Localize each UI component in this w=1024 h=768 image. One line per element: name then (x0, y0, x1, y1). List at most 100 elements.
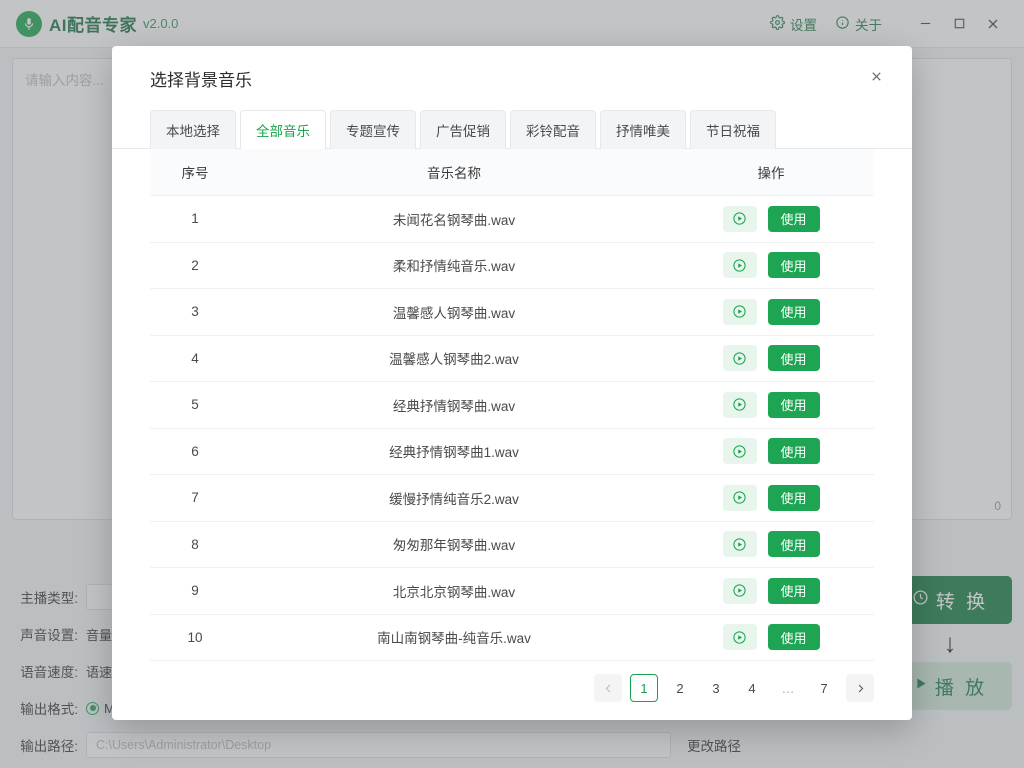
table-head: 序号 音乐名称 操作 (150, 149, 874, 196)
action-group: 使用 (668, 299, 874, 325)
cell-actions: 使用 (668, 475, 874, 522)
page-button-3[interactable]: 3 (702, 674, 730, 702)
use-button[interactable]: 使用 (768, 252, 820, 278)
play-circle-icon[interactable] (723, 485, 757, 511)
use-button[interactable]: 使用 (768, 345, 820, 371)
use-button[interactable]: 使用 (768, 624, 820, 650)
play-circle-icon[interactable] (723, 299, 757, 325)
tab-label: 节日祝福 (706, 124, 760, 139)
cell-index: 1 (150, 196, 240, 243)
table-row[interactable]: 9北京北京钢琴曲.wav使用 (150, 568, 874, 615)
action-group: 使用 (668, 624, 874, 650)
table-row[interactable]: 10南山南钢琴曲-纯音乐.wav 使用 (150, 614, 874, 661)
cell-index: 6 (150, 428, 240, 475)
pagination: 1234 … 7 (112, 662, 912, 720)
tab-5[interactable]: 抒情唯美 (600, 110, 686, 149)
table-row[interactable]: 3温馨感人钢琴曲.wav 使用 (150, 289, 874, 336)
tab-2[interactable]: 专题宣传 (330, 110, 416, 149)
cell-actions: 使用 (668, 335, 874, 382)
play-circle-icon[interactable] (723, 252, 757, 278)
action-group: 使用 (668, 485, 874, 511)
cell-actions: 使用 (668, 196, 874, 243)
tab-0[interactable]: 本地选择 (150, 110, 236, 149)
music-table: 序号 音乐名称 操作 1未闻花名钢琴曲.wav使用2柔和抒情纯音乐.wav使用3… (150, 149, 874, 661)
tab-3[interactable]: 广告促销 (420, 110, 506, 149)
play-circle-icon[interactable] (723, 438, 757, 464)
cell-music-name: 柔和抒情纯音乐.wav (240, 242, 668, 289)
table-row[interactable]: 5经典抒情钢琴曲.wav 使用 (150, 382, 874, 429)
play-circle-icon[interactable] (723, 392, 757, 418)
column-header-index: 序号 (150, 149, 240, 196)
use-button[interactable]: 使用 (768, 438, 820, 464)
page-button-1[interactable]: 1 (630, 674, 658, 702)
cell-index: 5 (150, 382, 240, 429)
table-row[interactable]: 7缓慢抒情纯音乐2.wav使用 (150, 475, 874, 522)
play-circle-icon[interactable] (723, 345, 757, 371)
table-row[interactable]: 1未闻花名钢琴曲.wav 使用 (150, 196, 874, 243)
cell-music-name: 缓慢抒情纯音乐2.wav (240, 475, 668, 522)
close-icon[interactable] (862, 62, 890, 90)
tab-label: 全部音乐 (256, 124, 310, 139)
cell-actions: 使用 (668, 382, 874, 429)
use-button[interactable]: 使用 (768, 206, 820, 232)
cell-index: 8 (150, 521, 240, 568)
page-button-7[interactable]: 7 (810, 674, 838, 702)
chevron-right-icon[interactable] (846, 674, 874, 702)
action-group: 使用 (668, 531, 874, 557)
cell-actions: 使用 (668, 521, 874, 568)
cell-music-name: 匆匆那年钢琴曲.wav (240, 521, 668, 568)
tab-label: 本地选择 (166, 124, 220, 139)
music-table-container: 序号 音乐名称 操作 1未闻花名钢琴曲.wav使用2柔和抒情纯音乐.wav使用3… (112, 149, 912, 662)
use-button[interactable]: 使用 (768, 578, 820, 604)
page-button-2[interactable]: 2 (666, 674, 694, 702)
play-circle-icon[interactable] (723, 578, 757, 604)
cell-music-name: 温馨感人钢琴曲.wav (240, 289, 668, 336)
use-button[interactable]: 使用 (768, 392, 820, 418)
table-row[interactable]: 2柔和抒情纯音乐.wav 使用 (150, 242, 874, 289)
tab-4[interactable]: 彩铃配音 (510, 110, 596, 149)
action-group: 使用 (668, 345, 874, 371)
tab-label: 抒情唯美 (616, 124, 670, 139)
use-button[interactable]: 使用 (768, 299, 820, 325)
cell-index: 2 (150, 242, 240, 289)
play-circle-icon[interactable] (723, 531, 757, 557)
cell-index: 4 (150, 335, 240, 382)
cell-music-name: 南山南钢琴曲-纯音乐.wav (240, 614, 668, 661)
action-group: 使用 (668, 578, 874, 604)
tab-6[interactable]: 节日祝福 (690, 110, 776, 149)
action-group: 使用 (668, 438, 874, 464)
play-circle-icon[interactable] (723, 624, 757, 650)
cell-music-name: 未闻花名钢琴曲.wav (240, 196, 668, 243)
use-button[interactable]: 使用 (768, 485, 820, 511)
table-row[interactable]: 6经典抒情钢琴曲1.wav 使用 (150, 428, 874, 475)
cell-index: 10 (150, 614, 240, 661)
table-row[interactable]: 8匆匆那年钢琴曲.wav 使用 (150, 521, 874, 568)
cell-index: 3 (150, 289, 240, 336)
cell-actions: 使用 (668, 568, 874, 615)
tab-label: 专题宣传 (346, 124, 400, 139)
select-background-music-dialog: 选择背景音乐 本地选择 全部音乐 专题宣传 广告促销 彩铃配音 抒情唯美 节日祝福 序号 音… (112, 46, 912, 720)
cell-music-name: 经典抒情钢琴曲.wav (240, 382, 668, 429)
dialog-title: 选择背景音乐 (150, 66, 890, 91)
table-header-row: 序号 音乐名称 操作 (150, 149, 874, 196)
page-ellipsis: … (774, 674, 802, 702)
dialog-header: 选择背景音乐 (112, 46, 912, 91)
column-header-name: 音乐名称 (240, 149, 668, 196)
tab-1[interactable]: 全部音乐 (240, 110, 326, 149)
play-circle-icon[interactable] (723, 206, 757, 232)
cell-music-name: 温馨感人钢琴曲2.wav (240, 335, 668, 382)
category-tabs: 本地选择 全部音乐 专题宣传 广告促销 彩铃配音 抒情唯美 节日祝福 (112, 91, 912, 149)
cell-actions: 使用 (668, 289, 874, 336)
column-header-action: 操作 (668, 149, 874, 196)
tab-label: 广告促销 (436, 124, 490, 139)
tab-label: 彩铃配音 (526, 124, 580, 139)
page-button-4[interactable]: 4 (738, 674, 766, 702)
cell-actions: 使用 (668, 428, 874, 475)
use-button[interactable]: 使用 (768, 531, 820, 557)
table-row[interactable]: 4温馨感人钢琴曲2.wav 使用 (150, 335, 874, 382)
action-group: 使用 (668, 392, 874, 418)
chevron-left-icon[interactable] (594, 674, 622, 702)
table-body: 1未闻花名钢琴曲.wav使用2柔和抒情纯音乐.wav使用3温馨感人钢琴曲.wav… (150, 196, 874, 661)
action-group: 使用 (668, 252, 874, 278)
cell-music-name: 经典抒情钢琴曲1.wav (240, 428, 668, 475)
